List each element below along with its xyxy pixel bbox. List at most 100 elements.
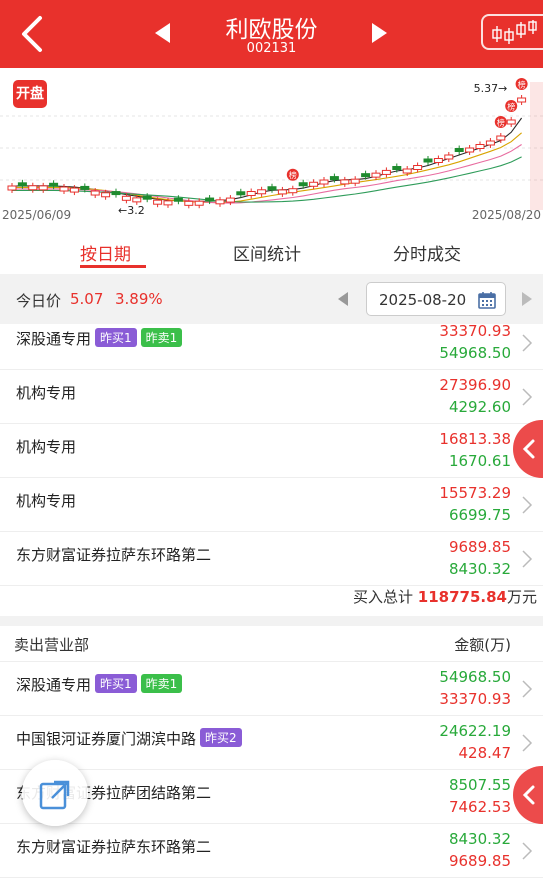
candle [371,172,381,178]
moving-average-line [11,132,522,204]
sell-amount: 54968.50 [439,668,511,686]
candle [80,185,90,190]
candle [277,189,287,195]
yesterday-buy-badge: 昨买1 [95,674,137,693]
buy-row[interactable]: 机构专用 27396.90 4292.60 [0,370,543,424]
candle [454,148,464,152]
candle [298,182,308,187]
candle [444,154,454,160]
chart-end-date: 2025/08/20 [471,208,541,222]
buy-row[interactable]: 机构专用 16813.38 1670.61 [0,424,543,478]
broker-name: 机构专用 [16,492,77,510]
candle [496,135,506,141]
buy-amount: 9689.85 [448,538,511,556]
candle [329,176,339,181]
candle [49,182,59,187]
chevron-left-icon [522,439,535,459]
previous-date-icon[interactable] [336,291,350,307]
chevron-right-icon [522,334,533,352]
today-price-label: 今日价 [16,292,62,310]
stock-code: 002131 [246,41,297,56]
chevron-right-icon [522,550,533,568]
chevron-right-icon [522,680,533,698]
yesterday-sell-badge: 昨卖1 [140,674,183,693]
sell-row[interactable]: 深股通专用 昨买1 昨卖1 54968.50 33370.93 [0,662,543,716]
tab-time-trades[interactable]: 分时成交 [393,240,461,265]
sell-header-label: 卖出营业部 [14,636,90,654]
broker-name: 深股通专用 昨买1 昨卖1 [16,328,183,349]
kline-toggle-button[interactable] [481,14,543,50]
sell-row[interactable]: 东方财富证券拉萨东环路第二 8430.32 9689.85 [0,824,543,878]
candle [381,169,391,175]
share-icon [39,780,70,810]
buy-row[interactable]: 东方财富证券拉萨东环路第二 9689.85 8430.32 [0,532,543,586]
buy-amount: 16813.38 [439,430,511,448]
candle [517,97,527,103]
date-picker[interactable]: 2025-08-20 [366,282,506,316]
buy-amount: 7462.53 [448,798,511,816]
candle [121,195,131,201]
share-button[interactable] [22,760,88,826]
tab-range-stats[interactable]: 区间统计 [233,240,301,265]
candle [433,158,443,163]
broker-name: 机构专用 [16,384,77,402]
limit-up-marker-label: 榜 [497,118,505,128]
calendar-icon [478,292,496,309]
chevron-left-icon [522,785,535,805]
today-price-change: 3.89% [115,290,163,308]
sell-amount: 8507.55 [448,776,511,794]
sell-amount: 4292.60 [448,398,511,416]
limit-up-marker-label: 榜 [518,80,526,90]
candle [215,199,225,205]
today-price-value: 5.07 [70,290,104,308]
yesterday-buy-badge: 昨买1 [95,328,137,347]
candle [111,191,121,196]
section-divider [0,616,543,626]
candle [69,187,79,193]
high-price-label: 5.37→ [474,82,508,95]
limit-up-marker-label: 榜 [507,102,515,112]
candle [38,185,48,191]
candle [350,178,360,184]
candle [173,197,183,202]
open-auction-badge[interactable]: 开盘 [13,80,47,108]
buy-row[interactable]: 深股通专用 昨买1 昨卖1 33370.93 54968.50 [0,316,543,370]
side-collapse-button[interactable] [513,420,543,478]
candle [361,173,371,178]
buy-total-value: 118775.84 [417,588,507,606]
header-bar: 利欧股份 002131 [0,0,543,68]
candle [506,119,516,125]
selected-date: 2025-08-20 [379,291,467,309]
buy-total-unit: 万元 [506,588,537,606]
active-tab-indicator [80,265,146,268]
candle [17,182,27,187]
chevron-right-icon [522,842,533,860]
candle [7,185,17,191]
buy-amount: 33370.93 [439,690,511,708]
tab-by-date[interactable]: 按日期 [80,240,131,265]
amount-header-label: 金额(万) [454,636,511,654]
candle [194,200,204,206]
candle [59,186,69,192]
kline-chart[interactable]: 榜榜榜榜5.37→←3.2 [0,68,543,228]
buy-total: 买入总计 118775.84万元 [0,586,543,616]
candle [413,165,423,170]
broker-name: 东方财富证券拉萨东环路第二 [16,838,212,856]
sell-amount: 54968.50 [439,344,511,362]
candle [28,185,38,191]
candle [485,140,495,146]
side-collapse-button[interactable] [513,766,543,824]
candlestick-icon [492,20,537,44]
next-stock-icon[interactable] [368,20,392,46]
candle [132,197,142,203]
page-title: 利欧股份 [225,17,318,43]
sell-amount: 6699.75 [448,506,511,524]
limit-up-marker-label: 榜 [289,170,297,180]
next-date-icon[interactable] [520,291,534,307]
candle [465,147,475,153]
low-price-label: ←3.2 [118,204,145,217]
buy-row[interactable]: 机构专用 15573.29 6699.75 [0,478,543,532]
yesterday-sell-badge: 昨卖1 [140,328,183,347]
sell-amount: 8430.32 [448,830,511,848]
candle [319,179,329,185]
